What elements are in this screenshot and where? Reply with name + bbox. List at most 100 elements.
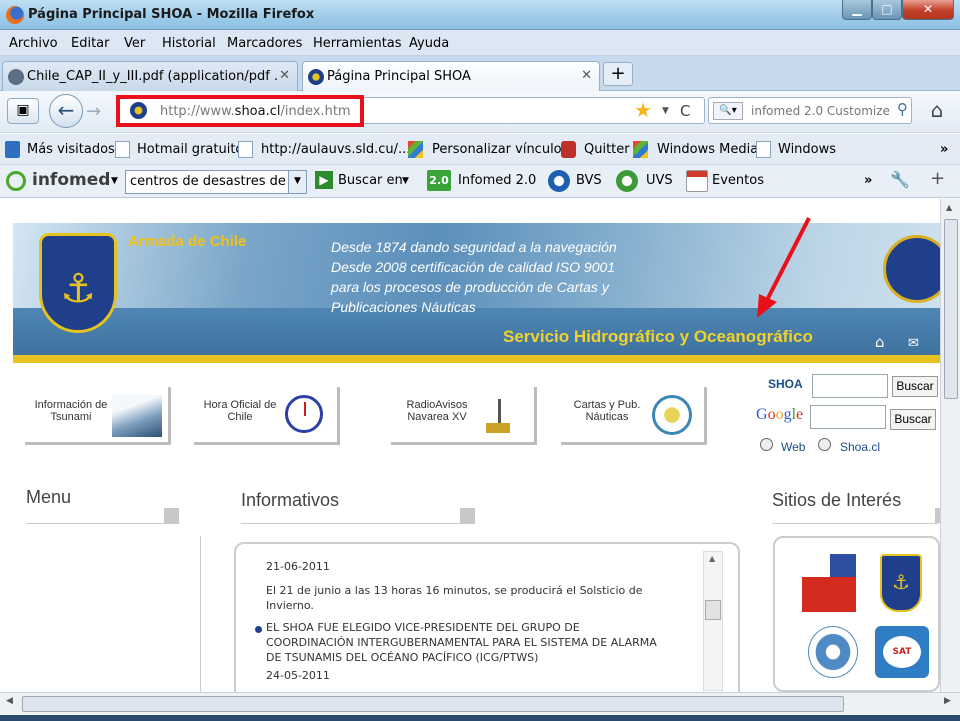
add-button-icon[interactable]: + [930,168,945,189]
scroll-up-icon[interactable]: ▲ [709,554,715,563]
vertical-scrollbar[interactable]: ▲ [940,199,960,692]
horizontal-scroll-thumb[interactable] [22,696,844,712]
armada-shield-logo[interactable]: ⚓ [39,233,117,333]
quitter-icon [561,141,576,158]
scroll-left-icon[interactable]: ◀ [6,696,13,706]
wrench-icon[interactable]: 🔧 [890,170,910,189]
bookmark-star-icon[interactable]: ★ [634,98,652,122]
window-title: Página Principal SHOA - Mozilla Firefox [28,7,315,22]
radio-web[interactable] [760,438,773,451]
quick-link-radioavisos[interactable]: RadioAvisos Navarea XV [391,387,537,445]
tab-close-icon[interactable]: ✕ [581,68,592,83]
globe-icon [652,395,692,435]
divider [241,523,475,524]
scroll-up-icon[interactable]: ▲ [946,203,952,212]
tab-pdf[interactable]: Chile_CAP_II_y_III.pdf (application/pdf … [2,61,298,91]
gobierno-chile-logo[interactable] [802,554,856,612]
search-placeholder: infomed 2.0 Customize [751,104,890,118]
infomed2-button[interactable]: Infomed 2.0 [458,173,536,188]
sat-logo[interactable]: SAT [875,626,929,678]
infomed-dropdown-icon[interactable]: ▼ [111,176,118,186]
tab-bar: Chile_CAP_II_y_III.pdf (application/pdf … [0,56,960,135]
radio-shoa[interactable] [818,438,831,451]
eventos-button[interactable]: Eventos [712,173,764,188]
bookmark-windows[interactable]: Windows [778,142,836,157]
menu-marcadores[interactable]: Marcadores [227,36,302,51]
forward-button[interactable]: → [86,101,101,122]
google-search-input[interactable] [810,405,886,429]
news-scrollbar[interactable]: ▲ [703,551,723,691]
windows-flag-icon [633,141,648,158]
infomed-logo-icon [6,171,26,191]
bookmark-quitter[interactable]: Quitter [584,142,630,157]
bookmarks-bar: Más visitados Hotmail gratuito http://au… [0,134,960,165]
menu-ver[interactable]: Ver [124,36,145,51]
combo-value: centros de desastres de c [130,174,298,189]
combo-dropdown-icon[interactable]: ▼ [288,171,306,193]
minimize-button[interactable]: ▁ [842,0,872,20]
menu-bar: Archivo Editar Ver Historial Marcadores … [0,30,960,56]
shoa-search-input[interactable] [812,374,888,398]
menu-ayuda[interactable]: Ayuda [409,36,449,51]
bookmarks-overflow-button[interactable]: » [940,142,948,157]
infomed-brand[interactable]: infomed [32,170,110,190]
search-go-icon[interactable]: ⚲ [897,100,908,118]
tab-shoa[interactable]: Página Principal SHOA ✕ [302,61,600,92]
divider [26,523,180,524]
buscar-en-button[interactable]: Buscar en [338,173,403,188]
banner-tagline-3: para los procesos de producción de Carta… [331,279,609,295]
news-headline[interactable]: EL SHOA FUE ELEGIDO VICE-PRESIDENTE DEL … [266,620,666,665]
scroll-right-icon[interactable]: ▶ [944,696,951,706]
bookmark-toolbar-button[interactable]: ▣ [7,98,39,124]
vertical-scroll-thumb[interactable] [944,219,958,399]
bookmark-mas-visitados[interactable]: Más visitados [27,142,115,157]
tab-close-icon[interactable]: ✕ [279,68,290,83]
home-button[interactable]: ⌂ [920,96,954,126]
arrow-shaft [763,217,811,305]
horizontal-scrollbar[interactable]: ◀ ▶ [0,692,960,721]
new-tab-button[interactable]: + [603,62,633,86]
aviation-logo[interactable] [808,626,858,678]
shoa-seal-logo [883,235,940,303]
google-search-button[interactable]: Buscar [890,409,936,430]
news-date: 24-05-2011 [266,669,330,682]
buscar-dropdown-icon[interactable]: ▼ [402,176,409,186]
flag-canton [802,554,830,577]
toolbar-overflow-button[interactable]: » [864,173,872,188]
banner-tagline-4: Publicaciones Náuticas [331,299,476,315]
search-engine-icon[interactable]: 🔍▾ [713,102,743,120]
uvs-button[interactable]: UVS [646,173,673,188]
bookmark-aulauvs[interactable]: http://aulauvs.sld.cu/... [261,142,410,157]
reload-button[interactable]: C [680,102,690,120]
firefox-icon [6,6,24,24]
bookmark-hotmail[interactable]: Hotmail gratuito [137,142,243,157]
search-box[interactable]: 🔍▾ infomed 2.0 Customize ⚲ [708,97,912,124]
back-button[interactable]: ← [49,94,83,128]
bookmark-windows-media[interactable]: Windows Media [657,142,758,157]
antenna-icon [478,395,528,437]
banner-brand: Armada de Chile [128,233,247,250]
clock-icon [285,395,323,433]
url-history-dropdown-icon[interactable]: ▼ [662,106,669,116]
armada-logo[interactable]: ⚓ [880,554,922,612]
menu-archivo[interactable]: Archivo [9,36,58,51]
close-window-button[interactable]: ✕ [902,0,954,20]
quick-link-cartas[interactable]: Cartas y Pub. Náuticas [561,387,707,445]
home-icon[interactable]: ⌂ [875,333,885,351]
bvs-button[interactable]: BVS [576,173,602,188]
quick-link-tsunami[interactable]: Información de Tsunami [25,387,171,445]
google-logo: Google [756,406,804,423]
news-scroll-thumb[interactable] [705,600,721,620]
mail-icon[interactable]: ✉ [908,336,919,351]
informativos-heading: Informativos [241,490,340,510]
menu-herramientas[interactable]: Herramientas [313,36,402,51]
menu-historial[interactable]: Historial [162,36,216,51]
divider [772,523,938,524]
menu-editar[interactable]: Editar [71,36,110,51]
infomed-search-combo[interactable]: centros de desastres de c ▼ [125,170,307,194]
sitios-heading: Sitios de Interés [772,490,902,510]
quick-link-hora-oficial[interactable]: Hora Oficial de Chile [194,387,340,445]
maximize-button[interactable]: □ [872,0,902,20]
shoa-search-button[interactable]: Buscar [892,376,938,397]
bookmark-personalizar[interactable]: Personalizar vínculos [432,142,568,157]
